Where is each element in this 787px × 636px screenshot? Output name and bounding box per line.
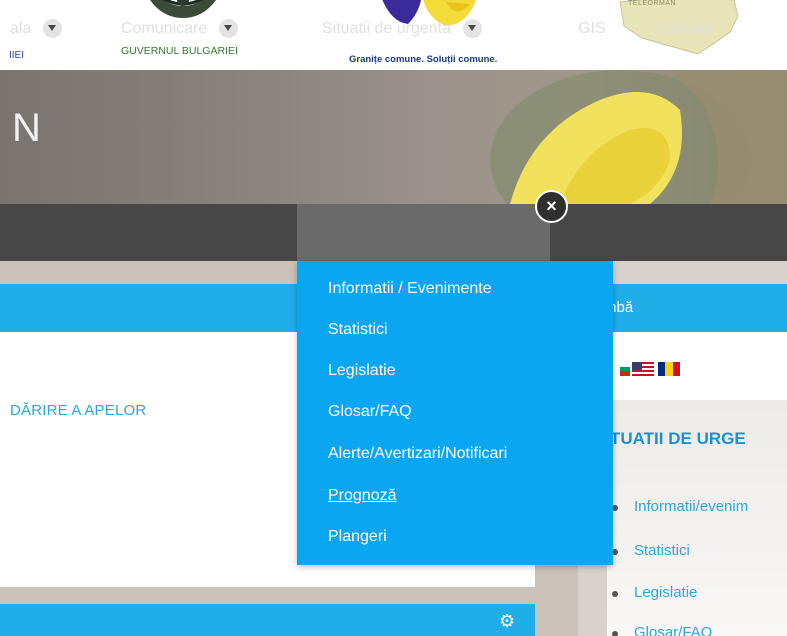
nav-item-label: Comunicare [121,19,208,37]
nav-item-label: GIS [578,19,606,37]
site-title: N [12,106,41,150]
nav-item-contact[interactable]: Contact [656,0,711,57]
situatii-dropdown-menu: Informatii / Evenimente Statistici Legis… [297,261,613,565]
nav-item-label: Situatii de urgenta [322,19,451,37]
nav-item-label: ala [10,19,32,37]
chevron-down-icon[interactable] [219,19,239,38]
page: IIEI GUVERNUL BULGARIEI Granițe comune. … [0,0,787,636]
nav-item-gis[interactable]: GIS [578,0,606,57]
widget-header-bar [0,604,535,636]
menu-item-informatii-evenimente[interactable]: Informatii / Evenimente [328,280,492,298]
gear-icon[interactable]: ⚙ [499,612,517,630]
chevron-down-icon[interactable] [43,19,63,38]
nav-item-comunicare[interactable]: Comunicare [121,0,239,57]
menu-item-alerte[interactable]: Alerte/Avertizari/Notificari [328,445,507,463]
hero-banner: N [0,70,787,204]
menu-item-prognoza[interactable]: Prognoză [328,487,397,505]
nav-item-partial[interactable]: ala [10,0,63,57]
menu-item-statistici[interactable]: Statistici [328,321,388,339]
section-header-bar [0,284,300,332]
romania-flag-icon[interactable] [658,362,680,376]
emergency-panel-title: TUATII DE URGE [610,429,746,448]
hero-image [490,70,787,204]
menu-item-legislatie[interactable]: Legislatie [328,362,396,380]
nav-item-label: Contact [656,19,712,37]
menu-item-glosar-faq[interactable]: Glosar/FAQ [328,403,412,421]
english-flag-icon[interactable] [632,362,654,376]
nav-active-highlight [297,204,550,261]
close-icon[interactable]: × [535,190,568,223]
article-heading[interactable]: DĂRIRE A APELOR [10,402,146,419]
bulgaria-flag-icon[interactable] [620,362,630,376]
chevron-down-icon[interactable] [462,19,482,38]
bullet-icon [612,591,618,597]
bullet-icon [612,631,618,636]
menu-item-plangeri[interactable]: Plangeri [328,528,387,546]
nav-item-situatii-de-urgenta[interactable]: Situatii de urgenta [322,0,482,57]
